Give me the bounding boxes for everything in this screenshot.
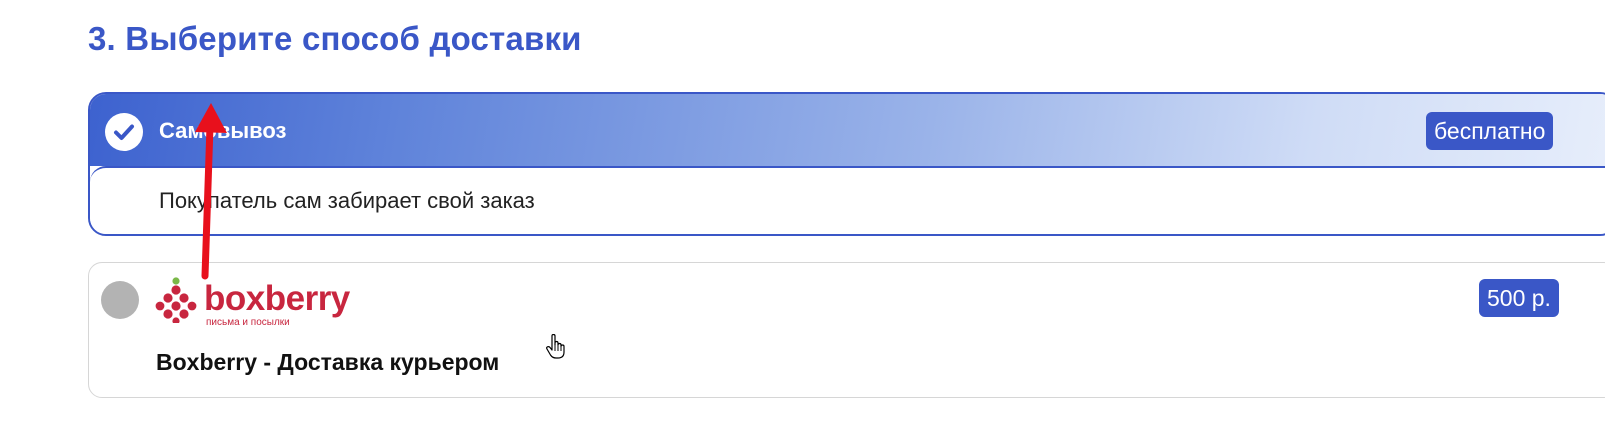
delivery-option-boxberry[interactable]: boxberry письма и посылки 500 р. Boxberr…	[88, 262, 1605, 398]
price-badge: бесплатно	[1426, 112, 1554, 150]
section-title: 3. Выберите способ доставки	[88, 20, 582, 57]
radio-unselected-icon[interactable]	[101, 281, 139, 319]
boxberry-logo: boxberry письма и посылки	[155, 277, 355, 329]
option-description: Покупатель сам забирает свой заказ	[159, 188, 535, 213]
logo-wordmark: boxberry	[204, 279, 350, 318]
check-circle-icon[interactable]	[105, 113, 143, 151]
option-title[interactable]: Boxberry - Доставка курьером	[156, 349, 499, 376]
hand-pointer-cursor-icon	[546, 334, 565, 359]
price-badge: 500 р.	[1479, 279, 1559, 317]
delivery-option-pickup[interactable]: Самовывоз бесплатно Покупатель сам забир…	[88, 92, 1605, 236]
berry-dots-icon	[155, 277, 197, 323]
logo-tagline: письма и посылки	[206, 317, 290, 328]
option-header[interactable]: Самовывоз бесплатно	[90, 94, 1605, 166]
option-title[interactable]: Самовывоз	[159, 118, 286, 144]
option-body: Покупатель сам забирает свой заказ	[90, 166, 1605, 234]
delivery-method-page: 3. Выберите способ доставки Самовывоз бе…	[0, 0, 1605, 423]
